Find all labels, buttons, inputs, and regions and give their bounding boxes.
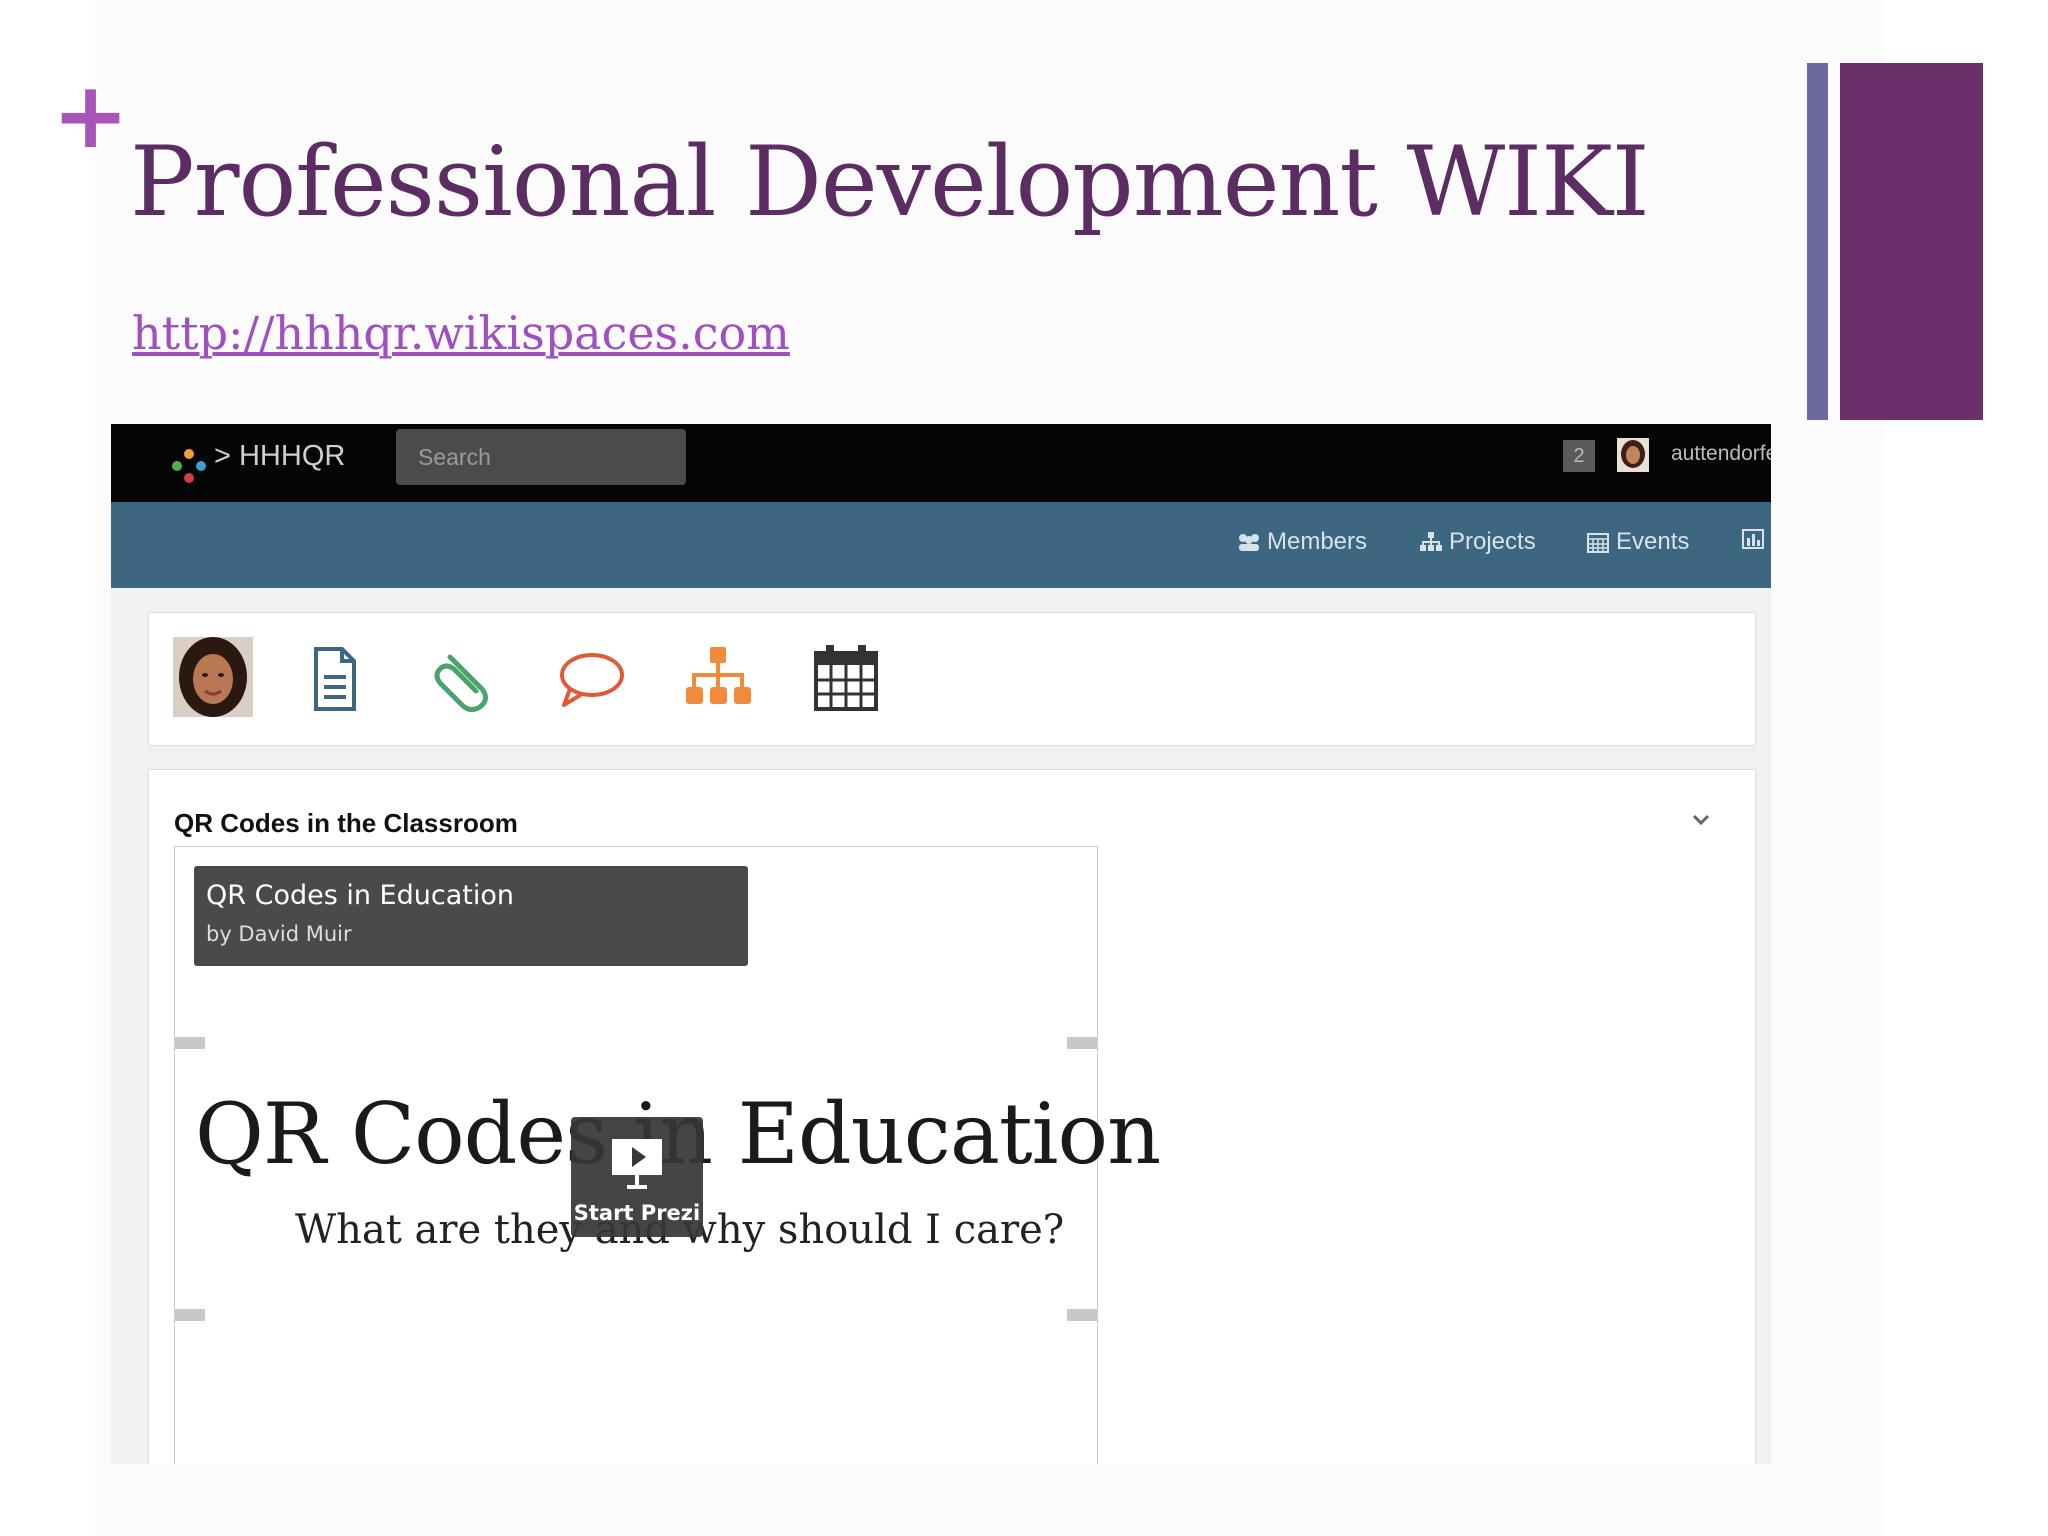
toolbar-card	[148, 612, 1756, 746]
frame-marker	[1067, 1037, 1097, 1049]
start-prezi-button[interactable]: Start Prezi	[571, 1117, 703, 1237]
username[interactable]: auttendorfe	[1671, 442, 1771, 466]
events-icon	[1587, 533, 1609, 553]
nav-stats[interactable]	[1741, 528, 1765, 550]
nav-projects[interactable]: Projects	[1419, 528, 1536, 556]
wiki-link[interactable]: http://hhhqr.wikispaces.com	[132, 306, 790, 360]
plus-mark: +	[52, 62, 130, 169]
chevron-down-icon[interactable]	[1689, 808, 1713, 832]
nav-projects-label: Projects	[1449, 528, 1536, 555]
nav-events-label: Events	[1616, 528, 1690, 555]
prezi-title[interactable]: QR Codes in Education	[206, 880, 514, 911]
members-icon	[1239, 534, 1259, 551]
nav-members-label: Members	[1267, 528, 1368, 555]
prezi-header: QR Codes in Education by David Muir	[194, 866, 748, 966]
section-title: QR Codes in the Classroom	[174, 808, 518, 838]
content-card: QR Codes in the Classroom QR Codes in Ed…	[148, 769, 1756, 1464]
comment-icon[interactable]	[548, 637, 632, 721]
frame-marker	[175, 1309, 205, 1321]
accent-bar-thin	[1807, 63, 1828, 420]
start-prezi-label: Start Prezi	[573, 1201, 701, 1225]
user-avatar-small[interactable]	[1617, 438, 1649, 472]
prezi-author[interactable]: by David Muir	[206, 922, 352, 946]
prezi-embed: QR Codes in Education by David Muir QR C…	[174, 846, 1161, 1464]
nav-members[interactable]: Members	[1237, 528, 1367, 556]
accent-bar-thick	[1840, 63, 1983, 420]
stats-icon	[1742, 529, 1764, 549]
search-input[interactable]: Search	[396, 429, 686, 485]
slide-title: Professional Development WIKI	[130, 126, 1650, 238]
attachment-icon[interactable]	[420, 637, 504, 721]
frame-marker	[1067, 1309, 1097, 1321]
nav-events[interactable]: Events	[1586, 528, 1689, 556]
frame-marker	[175, 1037, 205, 1049]
projects-icon	[1420, 532, 1442, 551]
wiki-brand[interactable]: > HHHQR	[214, 440, 345, 473]
play-presentation-icon	[612, 1139, 662, 1189]
notification-badge[interactable]: 2	[1563, 440, 1595, 472]
calendar-icon[interactable]	[804, 637, 888, 721]
page-icon[interactable]	[292, 637, 376, 721]
user-avatar[interactable]	[173, 637, 253, 717]
wiki-screenshot: > HHHQR Search 2 auttendorfe Members Pro…	[111, 424, 1771, 1464]
hierarchy-icon[interactable]	[676, 637, 760, 721]
wikispaces-logo-icon[interactable]	[171, 448, 207, 484]
nav-bar: Members Projects Events	[111, 502, 1771, 588]
top-bar: > HHHQR Search 2 auttendorfe	[111, 424, 1771, 502]
